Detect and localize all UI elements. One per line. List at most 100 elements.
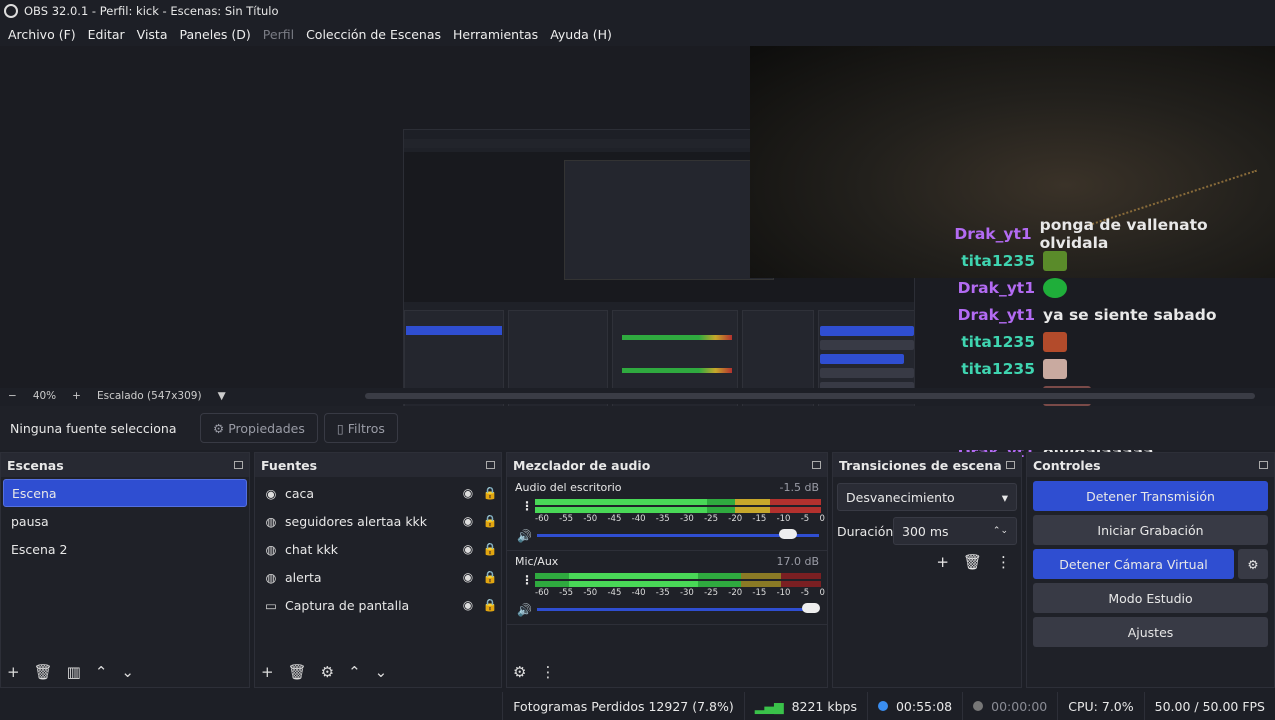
source-name: chat kkk xyxy=(285,541,339,557)
chevron-down-icon[interactable]: ⌄ xyxy=(121,663,134,681)
volume-slider[interactable] xyxy=(537,534,819,537)
undock-icon[interactable] xyxy=(234,461,243,469)
chevron-up-icon[interactable]: ⌃ xyxy=(95,663,108,681)
zoom-bar: − 40% + Escalado (547x309) ▼ xyxy=(0,388,1275,404)
eye-icon[interactable]: ◉ xyxy=(457,542,479,556)
undock-icon[interactable] xyxy=(1259,461,1268,469)
chat-line: Drak_yt1 ya se siente sabado xyxy=(915,303,1217,327)
frog-emote-icon xyxy=(1043,251,1067,271)
chevron-down-icon: ▾ xyxy=(1001,489,1008,505)
mixer-channel: Audio del escritorio -1.5 dB ⋮ -60 -55 -50-… xyxy=(507,477,827,551)
zoom-in-button[interactable]: + xyxy=(72,390,81,402)
filter-icon: ▯ xyxy=(336,420,344,436)
eye-icon[interactable]: ◉ xyxy=(457,598,479,612)
stop-virtual-camera-button[interactable]: Detener Cámara Virtual xyxy=(1033,549,1234,579)
no-source-label: Ninguna fuente selecciona xyxy=(10,420,177,436)
gear-icon[interactable]: ⚙ xyxy=(321,663,334,681)
studio-mode-button[interactable]: Modo Estudio xyxy=(1033,583,1268,613)
lock-icon[interactable]: 🔒 xyxy=(479,570,501,584)
eye-icon[interactable]: ◉ xyxy=(457,514,479,528)
trash-icon[interactable]: 🗑 xyxy=(963,553,982,571)
filters-label: Filtros xyxy=(347,420,385,436)
volume-slider[interactable] xyxy=(537,608,819,611)
start-recording-button[interactable]: Iniciar Grabación xyxy=(1033,515,1268,545)
preview-scrollbar[interactable] xyxy=(365,393,1255,399)
scene-item[interactable]: Escena xyxy=(3,479,247,507)
scenes-dock: Escenas Escena pausa Escena 2 + 🗑 ▥ ⌃ ⌄ xyxy=(0,452,250,688)
speaker-icon[interactable]: 🔊 xyxy=(517,529,532,543)
volume-knob[interactable] xyxy=(801,603,820,613)
properties-button[interactable]: ⚙ Propiedades xyxy=(200,413,318,443)
transition-select[interactable]: Desvanecimiento ▾ xyxy=(837,483,1017,511)
channel-name: Audio del escritorio xyxy=(515,481,622,494)
lock-icon[interactable]: 🔒 xyxy=(479,598,501,612)
audio-mixer-dock: Mezclador de audio Audio del escritorio -… xyxy=(506,452,828,688)
more-icon[interactable]: ⋮ xyxy=(996,553,1011,571)
source-item[interactable]: ◍ chat kkk ◉ 🔒 xyxy=(255,535,501,563)
lock-icon[interactable]: 🔒 xyxy=(479,514,501,528)
transition-value: Desvanecimiento xyxy=(846,489,955,505)
menu-ayuda[interactable]: Ayuda (H) xyxy=(544,27,618,42)
cpu-usage: CPU: 7.0% xyxy=(1057,692,1143,720)
menu-paneles[interactable]: Paneles (D) xyxy=(174,27,257,42)
chevron-down-icon[interactable]: ⌄ xyxy=(375,663,388,681)
menu-editar[interactable]: Editar xyxy=(82,27,131,42)
face-emote-icon xyxy=(1043,332,1067,352)
menu-bar: Archivo (F) Editar Vista Paneles (D) Per… xyxy=(0,22,1275,46)
lock-icon[interactable]: 🔒 xyxy=(479,542,501,556)
camera-icon: ◉ xyxy=(265,485,277,501)
chevron-up-icon[interactable]: ⌃ xyxy=(348,663,361,681)
zoom-dropdown-icon[interactable]: ▼ xyxy=(218,390,226,402)
source-item[interactable]: ▭ Captura de pantalla ◉ 🔒 xyxy=(255,591,501,619)
menu-herramientas[interactable]: Herramientas xyxy=(447,27,544,42)
zoom-out-button[interactable]: − xyxy=(8,390,17,402)
add-icon[interactable]: + xyxy=(261,663,274,681)
filters-button[interactable]: ▯ Filtros xyxy=(323,413,398,443)
chat-user: tita1235 xyxy=(961,333,1035,351)
spin-arrows-icon[interactable]: ⌃⌄ xyxy=(993,526,1008,536)
chat-user: tita1235 xyxy=(961,360,1035,378)
channel-db: -1.5 dB xyxy=(779,481,820,494)
menu-vista[interactable]: Vista xyxy=(131,27,174,42)
chat-user: Drak_yt1 xyxy=(957,279,1035,297)
speaker-icon[interactable]: 🔊 xyxy=(517,603,532,617)
filter-icon[interactable]: ▥ xyxy=(67,663,81,681)
eye-icon[interactable]: ◉ xyxy=(457,570,479,584)
source-item[interactable]: ◉ caca ◉ 🔒 xyxy=(255,479,501,507)
eye-icon[interactable]: ◉ xyxy=(457,486,479,500)
undock-icon[interactable] xyxy=(1006,461,1015,469)
scene-item[interactable]: Escena 2 xyxy=(3,535,247,563)
source-item[interactable]: ◍ alerta ◉ 🔒 xyxy=(255,563,501,591)
menu-coleccion-escenas[interactable]: Colección de Escenas xyxy=(300,27,447,42)
mixer-menu-icon[interactable]: ⋮ xyxy=(540,663,555,681)
recording-icon xyxy=(973,701,984,711)
channel-db: 17.0 dB xyxy=(776,555,819,568)
menu-perfil[interactable]: Perfil xyxy=(257,27,300,42)
virtual-camera-settings-icon[interactable]: ⚙ xyxy=(1238,549,1268,579)
channel-menu-icon[interactable]: ⋮ xyxy=(521,573,533,587)
source-item[interactable]: ◍ seguidores alertaa kkk ◉ 🔒 xyxy=(255,507,501,535)
globe-icon: ◍ xyxy=(265,569,277,585)
advanced-audio-icon[interactable]: ⚙ xyxy=(513,663,526,681)
add-icon[interactable]: + xyxy=(7,663,20,681)
meter-scale: -60 -55 -50 -45 -40 -35 -30 -25 -20 -15 -10 -5 0 xyxy=(535,514,825,524)
menu-archivo[interactable]: Archivo (F) xyxy=(2,27,82,42)
add-icon[interactable]: + xyxy=(936,553,949,571)
properties-label: Propiedades xyxy=(228,420,305,436)
trash-icon[interactable]: 🗑 xyxy=(34,663,53,681)
duration-spinbox[interactable]: 300 ms ⌃⌄ xyxy=(893,517,1017,545)
source-name: caca xyxy=(285,485,315,501)
scene-item[interactable]: pausa xyxy=(3,507,247,535)
trash-icon[interactable]: 🗑 xyxy=(288,663,307,681)
volume-knob[interactable] xyxy=(778,529,797,539)
settings-button[interactable]: Ajustes xyxy=(1033,617,1268,647)
channel-menu-icon[interactable]: ⋮ xyxy=(521,499,533,513)
source-name: Captura de pantalla xyxy=(285,597,410,613)
undock-icon[interactable] xyxy=(486,461,495,469)
stream-time: 00:55:08 xyxy=(866,692,962,720)
lock-icon[interactable]: 🔒 xyxy=(479,486,501,500)
undock-icon[interactable] xyxy=(812,461,821,469)
stop-streaming-button[interactable]: Detener Transmisión xyxy=(1033,481,1268,511)
mixer-title: Mezclador de audio xyxy=(513,457,651,473)
green-emote-icon xyxy=(1043,278,1067,298)
